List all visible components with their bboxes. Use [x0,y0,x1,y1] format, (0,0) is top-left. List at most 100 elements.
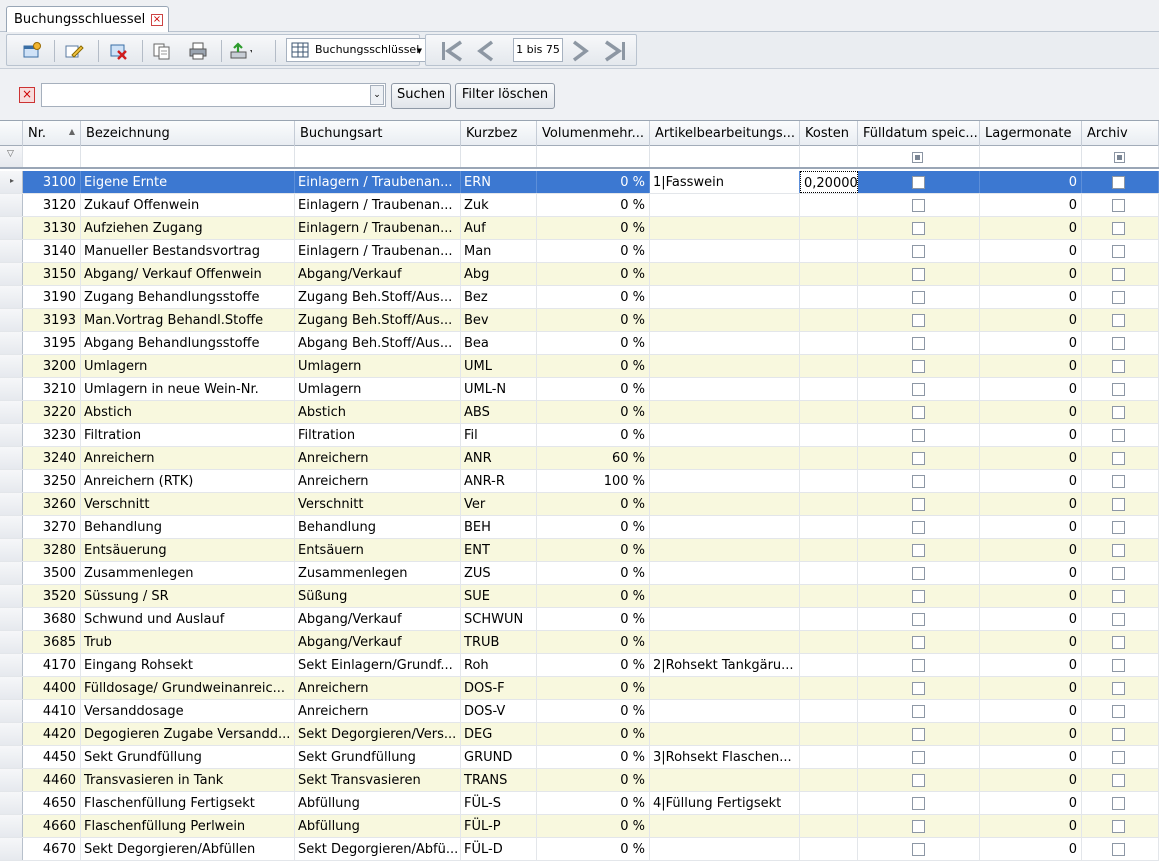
cell-buchungsart[interactable]: Anreichern [295,447,461,469]
cell-kurzbez[interactable]: DOS-F [461,677,537,699]
checkbox[interactable] [1112,613,1125,626]
cell-kurzbez[interactable]: Fil [461,424,537,446]
cell-kosten[interactable] [800,263,858,285]
checkbox[interactable] [912,498,925,511]
cell-fuelldatum[interactable] [858,424,980,446]
row-header[interactable] [0,631,23,653]
cell-lagermonate[interactable]: 0 [980,378,1082,400]
cell-fuelldatum[interactable] [858,539,980,561]
cell-buchungsart[interactable]: Abgang Beh.Stoff/Aus... [295,332,461,354]
tab-buchungsschluessel[interactable]: Buchungsschluessel × [6,6,169,33]
cell-fuelldatum[interactable] [858,723,980,745]
cell-lagermonate[interactable]: 0 [980,447,1082,469]
cell-bezeichnung[interactable]: Schwund und Auslauf [81,608,295,630]
checkbox[interactable] [912,797,925,810]
cell-archiv[interactable] [1082,355,1159,377]
cell-volumen[interactable]: 0 % [537,286,650,308]
cell-nr[interactable]: 3200 [23,355,81,377]
cell-buchungsart[interactable]: Anreichern [295,700,461,722]
checkbox[interactable] [1112,728,1125,741]
cell-kosten[interactable] [800,723,858,745]
cell-nr[interactable]: 3270 [23,516,81,538]
table-row[interactable]: 3130 Aufziehen Zugang Einlagern / Traubena… [0,217,1159,240]
cell-artikel[interactable] [650,286,800,308]
cell-bezeichnung[interactable]: Anreichern [81,447,295,469]
cell-volumen[interactable]: 0 % [537,171,650,193]
filter-cell-lagermonate[interactable] [980,146,1082,167]
cell-buchungsart[interactable]: Entsäuern [295,539,461,561]
cell-kosten[interactable] [800,608,858,630]
cell-buchungsart[interactable]: Zusammenlegen [295,562,461,584]
cell-buchungsart[interactable]: Umlagern [295,355,461,377]
cell-archiv[interactable] [1082,815,1159,837]
checkbox[interactable] [912,452,925,465]
cell-artikel[interactable] [650,493,800,515]
cell-nr[interactable]: 4170 [23,654,81,676]
cell-archiv[interactable] [1082,585,1159,607]
cell-kosten[interactable] [800,792,858,814]
cell-kurzbez[interactable]: Bez [461,286,537,308]
row-header[interactable] [0,723,23,745]
cell-volumen[interactable]: 0 % [537,746,650,768]
cell-lagermonate[interactable]: 0 [980,470,1082,492]
cell-nr[interactable]: 3680 [23,608,81,630]
cell-lagermonate[interactable]: 0 [980,424,1082,446]
cell-buchungsart[interactable]: Verschnitt [295,493,461,515]
cell-fuelldatum[interactable] [858,608,980,630]
cell-nr[interactable]: 3230 [23,424,81,446]
row-header[interactable] [0,286,23,308]
col-header-kosten[interactable]: Kosten [800,121,858,146]
cell-bezeichnung[interactable]: Sekt Grundfüllung [81,746,295,768]
cell-archiv[interactable] [1082,700,1159,722]
filter-cell-kurzbez[interactable] [461,146,537,167]
cell-bezeichnung[interactable]: Man.Vortrag Behandl.Stoffe [81,309,295,331]
table-row[interactable]: 3260 Verschnitt Verschnitt Ver 0 % 0 [0,493,1159,516]
filter-cell-archiv[interactable] [1082,146,1159,167]
cell-buchungsart[interactable]: Abgang/Verkauf [295,631,461,653]
cell-nr[interactable]: 4400 [23,677,81,699]
row-header[interactable] [0,332,23,354]
cell-kosten[interactable] [800,286,858,308]
row-header[interactable] [0,677,23,699]
checkbox[interactable] [1112,222,1125,235]
checkbox[interactable] [912,820,925,833]
checkbox[interactable] [1112,751,1125,764]
cell-nr[interactable]: 3260 [23,493,81,515]
checkbox[interactable] [912,268,925,281]
cell-lagermonate[interactable]: 0 [980,700,1082,722]
checkbox[interactable] [912,314,925,327]
next-page-icon[interactable] [569,40,591,62]
cell-bezeichnung[interactable]: Manueller Bestandsvortrag [81,240,295,262]
cell-fuelldatum[interactable] [858,401,980,423]
row-header[interactable] [0,401,23,423]
cell-fuelldatum[interactable] [858,240,980,262]
cell-fuelldatum[interactable] [858,194,980,216]
cell-lagermonate[interactable]: 0 [980,677,1082,699]
cell-fuelldatum[interactable] [858,769,980,791]
cell-fuelldatum[interactable] [858,815,980,837]
edit-icon[interactable] [63,41,85,61]
cell-bezeichnung[interactable]: Transvasieren in Tank [81,769,295,791]
cell-kosten[interactable] [800,194,858,216]
row-header[interactable]: ▸ [0,171,23,193]
table-row[interactable]: 3680 Schwund und Auslauf Abgang/Verkauf SCH… [0,608,1159,631]
cell-buchungsart[interactable]: Sekt Transvasieren [295,769,461,791]
cell-buchungsart[interactable]: Sekt Einlagern/Grundf... [295,654,461,676]
chevron-down-icon[interactable]: ⌄ [370,85,384,105]
cell-archiv[interactable] [1082,263,1159,285]
checkbox[interactable] [912,291,925,304]
cell-kurzbez[interactable]: Auf [461,217,537,239]
cell-kosten[interactable] [800,838,858,860]
copy-icon[interactable] [151,41,173,61]
cell-artikel[interactable] [650,516,800,538]
cell-lagermonate[interactable]: 0 [980,194,1082,216]
row-header[interactable] [0,746,23,768]
cell-kosten[interactable] [800,516,858,538]
checkbox[interactable] [1112,429,1125,442]
filter-cell-buchungsart[interactable] [295,146,461,167]
checkbox[interactable] [912,590,925,603]
cell-artikel[interactable] [650,470,800,492]
cell-nr[interactable]: 4650 [23,792,81,814]
cell-artikel[interactable] [650,355,800,377]
cell-artikel[interactable] [650,815,800,837]
